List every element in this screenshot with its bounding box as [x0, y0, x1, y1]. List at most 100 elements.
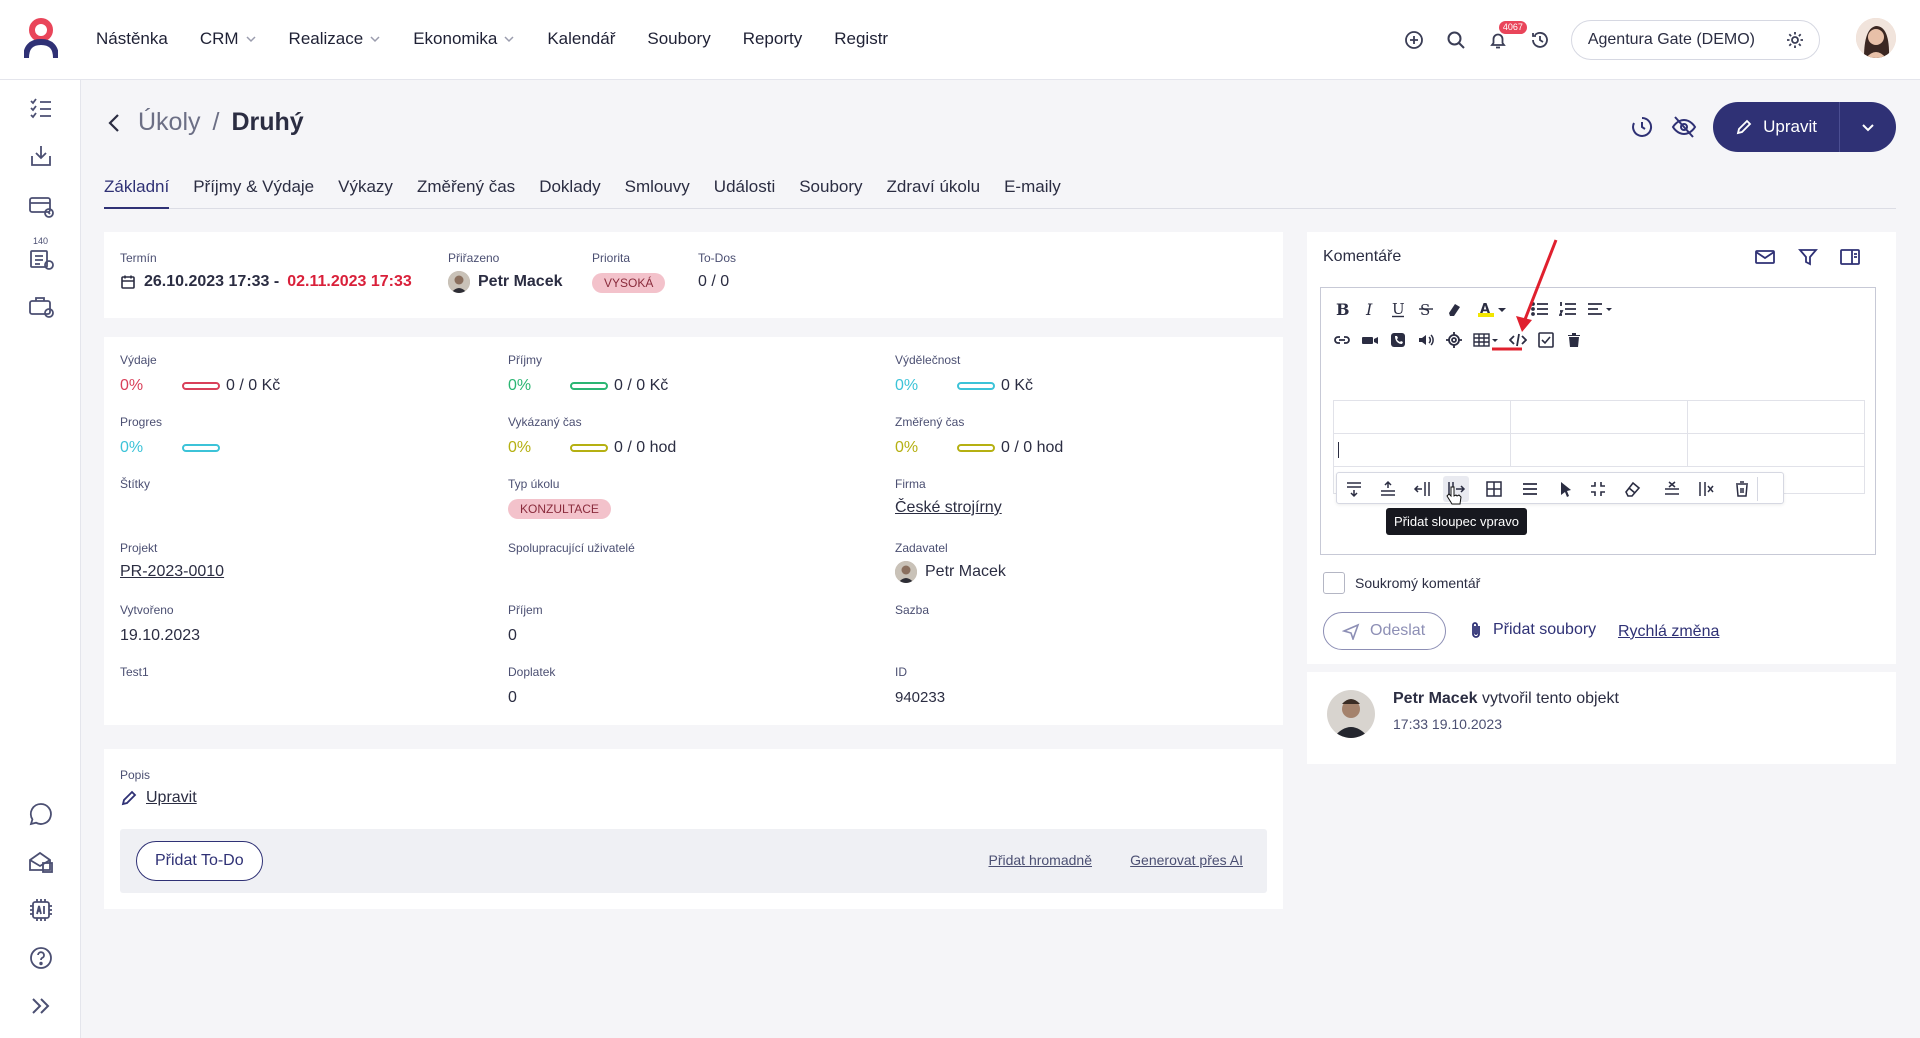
nav-item-5[interactable]: Soubory: [647, 29, 710, 49]
delete-row-icon[interactable]: [1663, 480, 1681, 498]
table-grid-icon[interactable]: [1485, 480, 1503, 498]
tab-8[interactable]: Zdraví úkolu: [887, 177, 981, 209]
delete-table-icon[interactable]: [1733, 480, 1751, 498]
tab-4[interactable]: Doklady: [539, 177, 600, 209]
income-value: 0 / 0 Kč: [614, 377, 669, 394]
trash-icon[interactable]: [1565, 331, 1583, 349]
italic-icon[interactable]: I: [1361, 300, 1379, 318]
quick-change-link[interactable]: Rychlá změna: [1618, 623, 1719, 641]
align-rows-icon[interactable]: [1521, 480, 1539, 498]
requester-name[interactable]: Petr Macek: [925, 563, 1006, 581]
measured-time-percent: 0%: [895, 439, 919, 456]
tasks-icon[interactable]: [27, 94, 55, 122]
add-files-button[interactable]: Přidat soubory: [1467, 621, 1596, 639]
audio-icon[interactable]: [1417, 331, 1435, 349]
table-cell[interactable]: [1687, 433, 1865, 467]
tab-3[interactable]: Změřený čas: [417, 177, 515, 209]
nav-item-7[interactable]: Registr: [834, 29, 888, 49]
calendar-icon: [121, 275, 135, 289]
briefcase-clock-icon[interactable]: [27, 292, 55, 320]
nav-item-2[interactable]: Realizace: [289, 29, 382, 49]
mail-icon[interactable]: [1754, 246, 1780, 272]
project-checklist-icon[interactable]: [27, 244, 55, 272]
assignee-avatar: [448, 271, 470, 293]
filter-icon[interactable]: [1797, 246, 1823, 272]
nav-item-4[interactable]: Kalendář: [547, 29, 615, 49]
table-cell[interactable]: [1333, 400, 1511, 434]
add-bulk-link[interactable]: Přidat hromadně: [988, 852, 1092, 868]
add-todo-button[interactable]: Přidat To-Do: [136, 841, 263, 881]
project-link[interactable]: PR-2023-0010: [120, 563, 224, 581]
tab-0[interactable]: Základní: [104, 177, 170, 209]
add-files-label: Přidat soubory: [1493, 621, 1597, 638]
inbox-download-icon[interactable]: [27, 142, 55, 170]
tab-9[interactable]: E-maily: [1004, 177, 1061, 209]
numbered-list-icon[interactable]: [1559, 300, 1577, 318]
table-cell[interactable]: [1333, 433, 1511, 467]
company-switcher[interactable]: Agentura Gate (DEMO): [1570, 20, 1820, 60]
tab-1[interactable]: Příjmy & Výdaje: [193, 177, 314, 209]
align-dropdown-icon[interactable]: [1587, 300, 1615, 318]
timer-icon[interactable]: [1629, 114, 1655, 140]
strikethrough-icon[interactable]: S: [1417, 300, 1435, 318]
eye-off-icon[interactable]: [1671, 114, 1697, 140]
expand-icon[interactable]: [27, 992, 55, 1020]
income-label: Příjmy: [508, 353, 542, 367]
merge-cells-icon[interactable]: [1589, 480, 1607, 498]
app-logo[interactable]: [24, 18, 58, 60]
help-icon[interactable]: [27, 944, 55, 972]
income-percent: 0%: [508, 377, 532, 394]
breadcrumb-parent[interactable]: Úkoly: [138, 108, 201, 137]
settings-chip-icon[interactable]: [1445, 331, 1463, 349]
delete-column-icon[interactable]: [1697, 480, 1715, 498]
edit-dropdown-button[interactable]: [1840, 102, 1896, 152]
video-icon[interactable]: [1361, 331, 1379, 349]
table-cell[interactable]: [1687, 400, 1865, 434]
table-cell[interactable]: [1510, 433, 1688, 467]
bell-icon[interactable]: 4067: [1487, 21, 1527, 51]
assignee-name[interactable]: Petr Macek: [478, 273, 563, 291]
comments-title: Komentáře: [1323, 248, 1402, 265]
link-icon[interactable]: [1333, 331, 1351, 349]
chat-icon[interactable]: [27, 800, 55, 828]
task-type-label: Typ úkolu: [508, 477, 560, 491]
send-button[interactable]: Odeslat: [1323, 612, 1447, 650]
underline-icon[interactable]: U: [1389, 300, 1407, 318]
nav-item-0[interactable]: Nástěnka: [96, 29, 168, 49]
add-circle-icon[interactable]: [1403, 29, 1425, 51]
search-icon[interactable]: [1445, 29, 1467, 51]
history-author[interactable]: Petr Macek: [1393, 690, 1478, 707]
edit-button[interactable]: Upravit: [1713, 102, 1840, 152]
ai-chip-icon[interactable]: [27, 896, 55, 924]
tab-5[interactable]: Smlouvy: [625, 177, 690, 209]
nav-item-3[interactable]: Ekonomika: [413, 29, 515, 49]
select-cursor-icon[interactable]: [1557, 480, 1575, 498]
tab-2[interactable]: Výkazy: [338, 177, 393, 209]
private-comment-checkbox[interactable]: [1323, 572, 1345, 594]
insert-row-above-icon[interactable]: [1379, 480, 1397, 498]
generate-ai-link[interactable]: Generovat přes AI: [1130, 852, 1243, 868]
nav-label: Realizace: [288, 29, 364, 48]
bold-icon[interactable]: B: [1333, 300, 1351, 318]
company-link[interactable]: České strojírny: [895, 499, 1002, 517]
panel-toggle-icon[interactable]: [1839, 246, 1865, 272]
insert-row-below-icon[interactable]: [1345, 480, 1363, 498]
nav-item-1[interactable]: CRM: [200, 29, 257, 49]
back-arrow-icon[interactable]: [104, 112, 126, 134]
history-icon[interactable]: [1529, 29, 1551, 51]
nav-item-6[interactable]: Reporty: [743, 29, 803, 49]
gear-icon[interactable]: [1785, 30, 1805, 50]
description-edit-link[interactable]: Upravit: [120, 789, 197, 807]
top-bar: Nástěnka CRM Realizace Ekonomika Kalendář Sou…: [0, 0, 1920, 80]
clear-cell-icon[interactable]: [1623, 480, 1641, 498]
table-cell[interactable]: [1510, 400, 1688, 434]
invoice-icon[interactable]: [27, 192, 55, 220]
mail-building-icon[interactable]: [27, 848, 55, 876]
tab-7[interactable]: Soubory: [799, 177, 862, 209]
tab-6[interactable]: Události: [714, 177, 775, 209]
phone-icon[interactable]: [1389, 331, 1407, 349]
eraser-icon[interactable]: [1445, 300, 1463, 318]
insert-column-left-icon[interactable]: [1413, 480, 1431, 498]
user-avatar[interactable]: [1856, 18, 1896, 58]
reported-time-bar: [570, 444, 608, 452]
